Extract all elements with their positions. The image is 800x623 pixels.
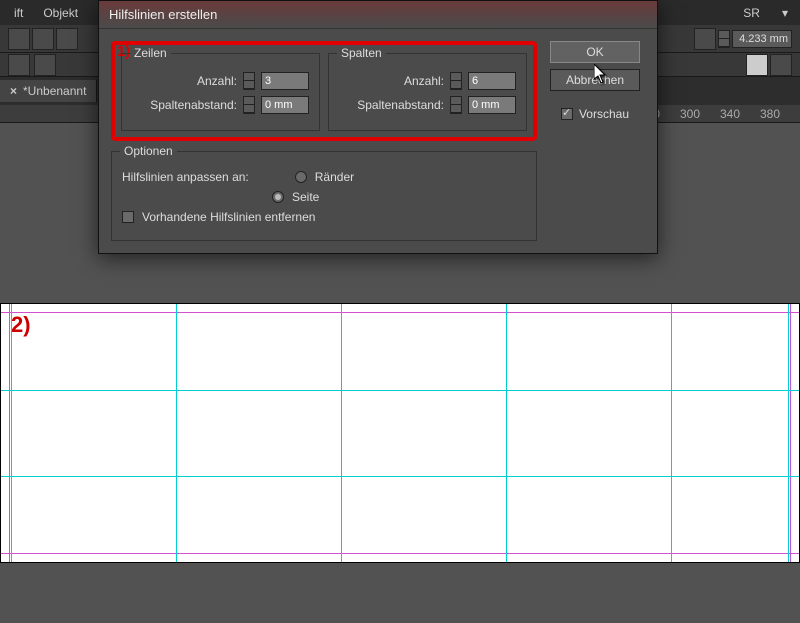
rows-gutter-stepper[interactable] (243, 96, 255, 114)
cols-count-stepper[interactable] (450, 72, 462, 90)
cols-legend: Spalten (337, 46, 386, 60)
fit-page-radio[interactable] (272, 191, 284, 203)
misc-icon-1[interactable] (8, 54, 30, 76)
row-guide[interactable] (1, 476, 799, 477)
menu-item-object[interactable]: Objekt (33, 3, 88, 23)
margin-guide (1, 553, 799, 554)
options-fieldset: Optionen Hilfslinien anpassen an: Ränder… (111, 151, 537, 241)
document-tab-label: *Unbenannt (23, 84, 86, 98)
fit-margins-label: Ränder (315, 170, 354, 184)
column-guide[interactable] (671, 304, 672, 562)
column-guide[interactable] (341, 304, 342, 562)
menu-item-edit[interactable]: ift (4, 3, 33, 23)
close-icon[interactable]: × (10, 84, 17, 98)
document-tab[interactable]: × *Unbenannt (0, 80, 97, 102)
highlighted-region: 1) Zeilen Anzahl: Spaltenabstand: (111, 41, 537, 141)
column-guide[interactable] (11, 304, 12, 562)
remove-existing-checkbox[interactable] (122, 211, 134, 223)
fit-margins-radio[interactable] (295, 171, 307, 183)
ok-button[interactable]: OK (550, 41, 640, 63)
ruler-tick: 340 (720, 107, 740, 121)
cols-gutter-field[interactable] (468, 96, 516, 114)
margin-guide (9, 304, 10, 562)
cols-count-label: Anzahl: (404, 74, 444, 88)
align-icon[interactable] (8, 28, 30, 50)
create-guides-dialog: Hilfslinien erstellen 1) Zeilen Anzahl: … (98, 0, 658, 254)
page-annotation: 2) (11, 312, 31, 338)
wrap-icon[interactable] (56, 28, 78, 50)
cols-gutter-stepper[interactable] (450, 96, 462, 114)
options-legend: Optionen (120, 144, 177, 158)
page[interactable]: 2) (0, 303, 800, 563)
remove-existing-label: Vorhandene Hilfslinien entfernen (142, 210, 315, 224)
dialog-title: Hilfslinien erstellen (99, 1, 657, 29)
rows-legend: Zeilen (130, 46, 171, 60)
rows-gutter-label: Spaltenabstand: (150, 98, 237, 112)
row-guide[interactable] (1, 390, 799, 391)
rows-count-field[interactable] (261, 72, 309, 90)
cols-gutter-label: Spaltenabstand: (357, 98, 444, 112)
swatch-dropdown-icon[interactable] (770, 54, 792, 76)
swatch-icon[interactable] (746, 54, 768, 76)
stroke-stepper[interactable] (718, 30, 730, 48)
margin-guide (790, 304, 791, 562)
ruler-tick: 380 (760, 107, 780, 121)
cancel-button[interactable]: Abbrechen (550, 69, 640, 91)
column-guide[interactable] (788, 304, 789, 562)
column-guide[interactable] (176, 304, 177, 562)
misc-icon-2[interactable] (34, 54, 56, 76)
rows-fieldset: Zeilen Anzahl: Spaltenabstand: (121, 53, 320, 131)
cols-count-field[interactable] (468, 72, 516, 90)
fit-to-label: Hilfslinien anpassen an: (122, 170, 249, 184)
column-guide[interactable] (506, 304, 507, 562)
transform-icon[interactable] (694, 28, 716, 50)
cols-fieldset: Spalten Anzahl: Spaltenabstand: (328, 53, 527, 131)
distribute-icon[interactable] (32, 28, 54, 50)
preview-checkbox[interactable] (561, 108, 573, 120)
preview-label: Vorschau (579, 107, 629, 121)
rows-count-label: Anzahl: (197, 74, 237, 88)
search-icon[interactable]: ▾ (774, 3, 796, 23)
rows-gutter-field[interactable] (261, 96, 309, 114)
ruler-tick: 300 (680, 107, 700, 121)
workspace-switcher[interactable]: SR (735, 3, 768, 23)
stroke-weight-field[interactable] (732, 30, 792, 48)
rows-count-stepper[interactable] (243, 72, 255, 90)
margin-guide (1, 312, 799, 313)
fit-page-label: Seite (292, 190, 319, 204)
